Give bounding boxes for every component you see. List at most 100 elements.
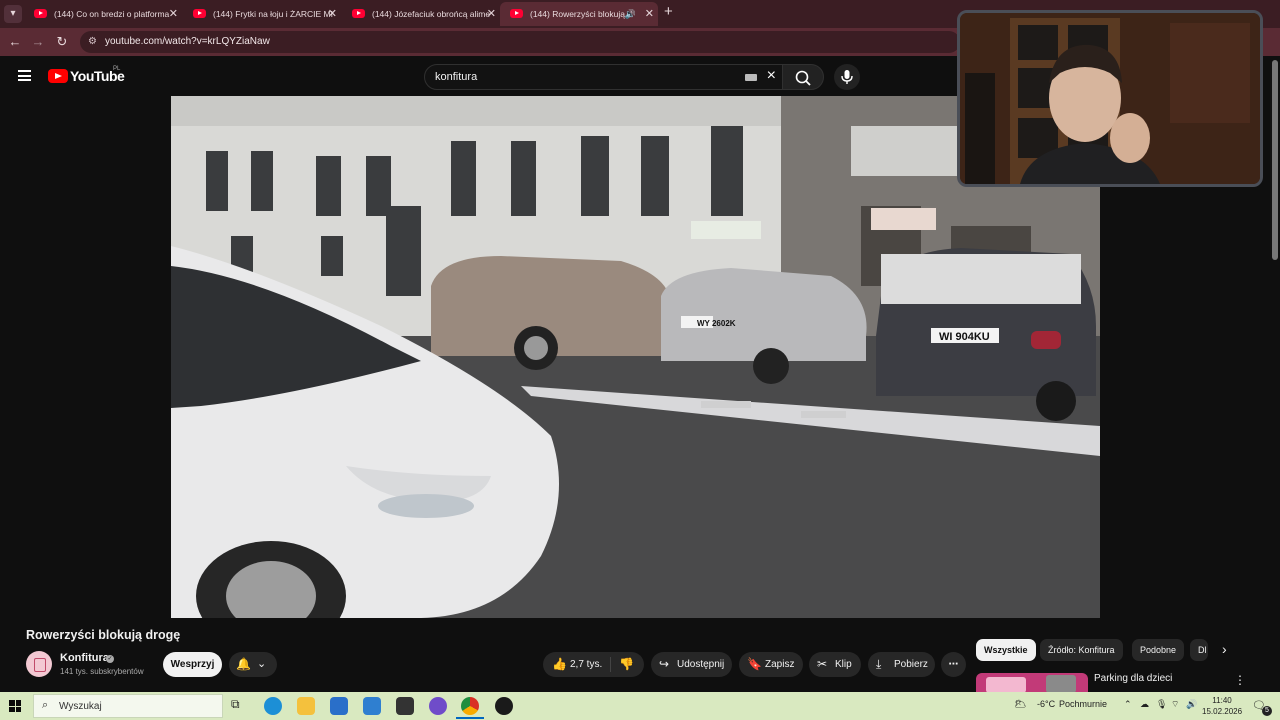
license-plate-2: WI 904KU xyxy=(939,331,990,343)
mail-icon[interactable] xyxy=(363,697,381,715)
microphone-icon xyxy=(841,70,853,84)
webcam-overlay xyxy=(957,10,1263,187)
date: 15.02.2026 xyxy=(1202,707,1243,716)
wifi-icon[interactable]: ⌔ xyxy=(1171,699,1179,710)
taskbar-clock[interactable]: 11:40 15.02.2026 xyxy=(1202,695,1242,717)
channel-name[interactable]: Konfitura xyxy=(60,652,109,664)
youtube-favicon xyxy=(34,9,47,18)
back-arrow-icon[interactable]: ← xyxy=(7,34,23,49)
windows-start-icon[interactable] xyxy=(9,700,21,712)
like-dislike-group: 👍 2,7 tys. 👎 xyxy=(543,652,644,677)
share-button[interactable]: ↪ Udostępnij xyxy=(651,652,732,677)
app-k-icon[interactable] xyxy=(396,697,414,715)
channel-avatar[interactable] xyxy=(26,651,52,677)
notification-count: 5 xyxy=(1262,706,1272,716)
region-code: PL xyxy=(113,66,121,72)
volume-icon[interactable]: 🔊 xyxy=(1186,699,1197,710)
verified-icon: ✓ xyxy=(106,655,114,663)
download-button[interactable]: ⤓ Pobierz xyxy=(868,652,935,677)
video-title: Rowerzyści blokują drogę xyxy=(26,628,181,642)
url-text: youtube.com/watch?v=krLQYZiaNaw xyxy=(105,36,270,47)
clear-search-icon[interactable]: × xyxy=(767,67,776,85)
webcam-feed xyxy=(960,13,1260,184)
weather-desc[interactable]: Pochmurnie xyxy=(1059,699,1107,709)
more-actions-button[interactable]: ⋯ xyxy=(941,652,966,677)
browser-tab-2[interactable]: (144) Frytki na łoju i ŻARCIE MI ✕ xyxy=(183,2,341,26)
chevron-up-icon[interactable]: ⌃ xyxy=(1124,699,1132,710)
network-icon[interactable]: ☁ xyxy=(1140,699,1149,710)
new-tab-button[interactable]: + xyxy=(664,3,673,20)
voice-search-button[interactable] xyxy=(834,64,860,90)
save-button[interactable]: 🔖 Zapisz xyxy=(739,652,803,677)
chip-similar[interactable]: Podobne xyxy=(1132,639,1185,661)
clip-label: Klip xyxy=(835,659,852,670)
obs-icon[interactable] xyxy=(495,697,513,715)
scissors-icon: ✂ xyxy=(817,657,828,671)
search-icon xyxy=(795,70,811,86)
bell-icon: 🔔 xyxy=(236,657,251,671)
site-info-icon[interactable]: ⚙ xyxy=(88,36,97,47)
chip-all[interactable]: Wszystkie xyxy=(976,639,1036,661)
youtube-favicon xyxy=(510,9,523,18)
page-scrollbar[interactable] xyxy=(1270,56,1280,692)
like-count: 2,7 tys. xyxy=(570,659,603,670)
chip-source[interactable]: Źródło: Konfitura xyxy=(1040,639,1123,661)
share-icon: ↪ xyxy=(659,657,670,671)
close-tab-icon[interactable]: ✕ xyxy=(487,2,496,26)
youtube-favicon xyxy=(193,9,206,18)
save-label: Zapisz xyxy=(765,659,795,670)
browser-tab-1[interactable]: (144) Co on bredzi o platforma ✕ xyxy=(24,2,182,26)
tab-search-button[interactable]: ▾ xyxy=(4,5,22,23)
time: 11:40 xyxy=(1212,696,1232,705)
tab-label: (144) Rowerzyści blokują d xyxy=(530,9,633,19)
kebab-menu-icon[interactable]: ⋮ xyxy=(1234,673,1246,687)
dislike-button[interactable]: 👎 xyxy=(619,652,634,677)
clip-button[interactable]: ✂ Klip xyxy=(809,652,861,677)
task-view-icon[interactable]: ⧉ xyxy=(231,697,249,715)
weather-temp[interactable]: -6°C xyxy=(1037,699,1055,709)
chevron-right-icon[interactable]: › xyxy=(1222,641,1227,657)
file-explorer-icon[interactable] xyxy=(297,697,315,715)
forward-arrow-icon[interactable]: → xyxy=(30,34,46,49)
speaker-icon[interactable]: 🔊 xyxy=(625,2,636,26)
active-app-indicator xyxy=(456,717,484,719)
browser-tab-4-active[interactable]: (144) Rowerzyści blokują d 🔊 ✕ xyxy=(500,2,658,26)
close-tab-icon[interactable]: ✕ xyxy=(328,2,337,26)
like-button[interactable]: 👍 xyxy=(552,652,567,677)
close-tab-icon[interactable]: ✕ xyxy=(169,2,178,26)
menu-icon[interactable] xyxy=(18,70,31,81)
taskbar-search[interactable]: ⌕ Wyszukaj xyxy=(33,694,223,718)
browser-tab-3[interactable]: (144) Józefaciuk obrońcą alime ✕ xyxy=(342,2,500,26)
tab-label: (144) Frytki na łoju i ŻARCIE MI xyxy=(213,9,333,19)
windows-taskbar: ⌕ Wyszukaj ⧉ 🌥 -6°C Pochmurnie ⌃ ☁ 🎙 ⌔ 🔊… xyxy=(0,692,1280,720)
keyboard-icon[interactable] xyxy=(745,74,757,81)
edge-icon[interactable] xyxy=(264,697,282,715)
support-button[interactable]: Wesprzyj xyxy=(163,652,222,677)
download-icon: ⤓ xyxy=(876,657,882,671)
app-discord-icon[interactable] xyxy=(429,697,447,715)
separator xyxy=(610,657,611,672)
chip-truncated[interactable]: Dl xyxy=(1190,639,1208,661)
chevron-down-icon: ⌄ xyxy=(257,658,267,670)
download-label: Pobierz xyxy=(894,659,928,670)
search-icon: ⌕ xyxy=(42,699,49,711)
taskbar-search-label: Wyszukaj xyxy=(59,701,102,712)
store-icon[interactable] xyxy=(330,697,348,715)
recommended-video-title[interactable]: Parking dla dzieci xyxy=(1094,673,1172,684)
chrome-icon[interactable] xyxy=(461,697,479,715)
youtube-logo-icon[interactable] xyxy=(48,69,68,83)
youtube-favicon xyxy=(352,9,365,18)
recommended-video-thumbnail[interactable] xyxy=(976,673,1088,693)
reload-icon[interactable]: ↻ xyxy=(54,34,70,50)
close-tab-icon[interactable]: ✕ xyxy=(645,2,654,26)
license-plate-1: WY 2602K xyxy=(697,319,736,328)
search-query: konfitura xyxy=(435,71,478,83)
address-bar[interactable]: ⚙ youtube.com/watch?v=krLQYZiaNaw xyxy=(80,31,960,53)
notifications-button[interactable]: 🔔 ⌄ xyxy=(229,652,277,677)
scrollbar-thumb[interactable] xyxy=(1272,60,1278,260)
tab-label: (144) Co on bredzi o platforma xyxy=(54,9,170,19)
search-input[interactable]: konfitura × xyxy=(424,64,784,90)
search-button[interactable] xyxy=(782,64,824,90)
microphone-tray-icon[interactable]: 🎙 xyxy=(1156,699,1167,710)
weather-icon[interactable]: 🌥 xyxy=(1014,699,1027,710)
